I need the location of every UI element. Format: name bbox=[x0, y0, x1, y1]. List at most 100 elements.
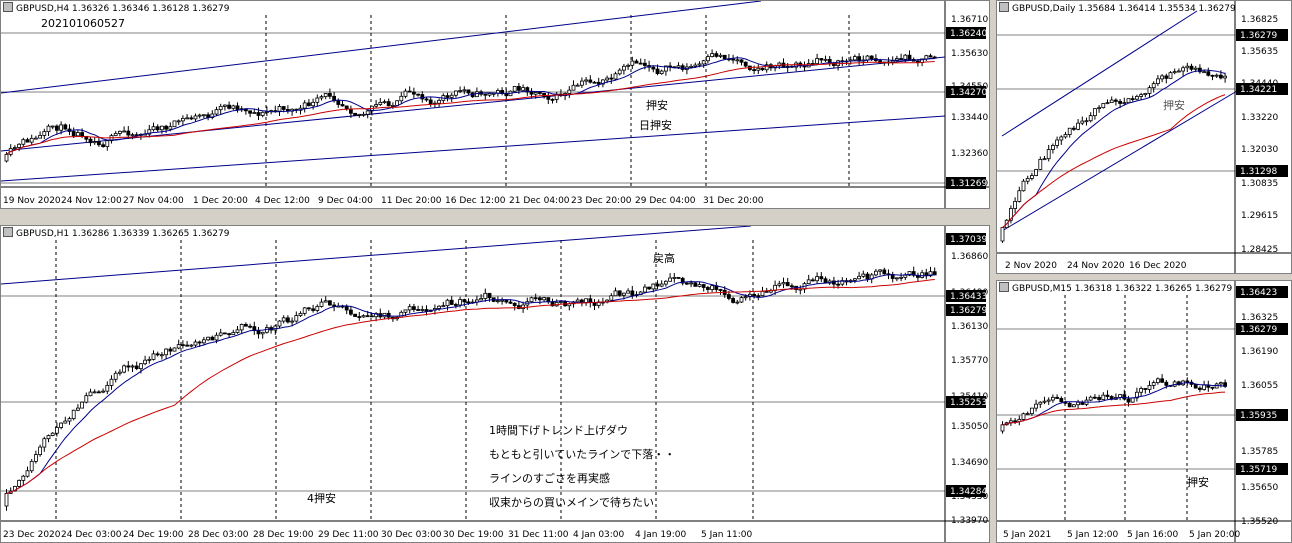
candle-body bbox=[453, 304, 458, 306]
candle-body bbox=[613, 73, 618, 80]
candle-body bbox=[168, 126, 173, 130]
candle-body bbox=[130, 365, 135, 368]
candle-body bbox=[676, 277, 681, 279]
time-axis-label: 24 Dec 03:00 bbox=[61, 530, 122, 540]
candle-body bbox=[1139, 388, 1144, 393]
candle-body bbox=[210, 336, 215, 341]
candle-body bbox=[1088, 396, 1093, 401]
candle-body bbox=[1105, 394, 1110, 397]
candle-body bbox=[1168, 72, 1173, 79]
time-axis-label: 27 Nov 04:00 bbox=[123, 196, 184, 206]
price-axis-label: 1.29615 bbox=[1241, 211, 1278, 221]
candle-body bbox=[122, 130, 126, 133]
candle-body bbox=[105, 140, 110, 147]
candle-body bbox=[63, 420, 68, 424]
h4-chart-pane[interactable]: GBPUSD,H4 1.36326 1.36346 1.36128 1.3627… bbox=[0, 0, 990, 209]
candle-body bbox=[1181, 67, 1186, 72]
time-axis-label: 4 Jan 19:00 bbox=[635, 530, 687, 540]
candle-body bbox=[206, 336, 211, 341]
candle-body bbox=[1151, 382, 1156, 386]
candle-body bbox=[302, 307, 307, 314]
candle-body bbox=[235, 329, 240, 333]
time-axis-label: 23 Dec 20:00 bbox=[571, 196, 632, 206]
candle-body bbox=[1076, 401, 1080, 406]
candle-body bbox=[500, 299, 505, 302]
candle-body bbox=[1021, 413, 1026, 420]
candle-body bbox=[109, 378, 114, 386]
time-axis-label: 4 Jan 03:00 bbox=[573, 530, 625, 540]
candle-body bbox=[260, 331, 265, 335]
candle-body bbox=[206, 114, 211, 118]
candle-body bbox=[1038, 401, 1043, 405]
candle-body bbox=[823, 58, 828, 61]
daily-chart-pane[interactable]: GBPUSD,Daily 1.35684 1.36414 1.35534 1.3… bbox=[996, 0, 1292, 274]
price-axis-label: 1.33440 bbox=[951, 113, 988, 123]
candle-body bbox=[281, 106, 286, 110]
candle-body bbox=[634, 60, 639, 64]
candle-body bbox=[88, 391, 93, 397]
candle-body bbox=[143, 359, 148, 365]
candle-body bbox=[760, 290, 765, 297]
candle-body bbox=[853, 56, 857, 61]
price-axis-label: 1.28425 bbox=[1241, 245, 1278, 255]
candle-body bbox=[655, 68, 660, 74]
candle-body bbox=[17, 143, 22, 148]
candle-body bbox=[227, 104, 232, 109]
h4-annotation-pullback: 押安 bbox=[646, 99, 668, 112]
candle-body bbox=[411, 306, 416, 310]
candle-body bbox=[138, 363, 143, 370]
candle-body bbox=[1084, 120, 1089, 123]
candle-body bbox=[521, 87, 525, 91]
candle-body bbox=[1101, 394, 1106, 400]
time-axis-label: 1 Dec 20:00 bbox=[193, 196, 248, 206]
candle-body bbox=[361, 315, 366, 318]
price-axis-label: 1.35520 bbox=[1241, 517, 1278, 527]
m15-chart-header: GBPUSD,M15 1.36318 1.36322 1.36265 1.362… bbox=[999, 282, 1232, 294]
candle-body bbox=[811, 279, 815, 282]
h4-date-note: 202101060527 bbox=[41, 17, 125, 30]
candle-body bbox=[1013, 420, 1018, 423]
candle-body bbox=[1109, 99, 1114, 104]
candle-body bbox=[1080, 120, 1085, 124]
candle-body bbox=[605, 77, 609, 81]
price-tag-label: 1.36279 bbox=[1240, 325, 1277, 335]
candle-body bbox=[529, 297, 534, 303]
candle-body bbox=[823, 278, 828, 284]
h1-chart-pane[interactable]: GBPUSD,H1 1.36286 1.36339 1.36265 1.3627… bbox=[0, 225, 990, 543]
candle-body bbox=[617, 290, 622, 296]
candle-body bbox=[327, 93, 332, 97]
candle-body bbox=[643, 62, 647, 66]
candle-body bbox=[1042, 400, 1047, 403]
candle-body bbox=[34, 137, 38, 140]
time-axis-label: 5 Jan 16:00 bbox=[1127, 530, 1179, 540]
price-axis-label: 1.35635 bbox=[1241, 47, 1278, 57]
slow-moving-average-line bbox=[6, 279, 935, 494]
candle-body bbox=[1197, 387, 1202, 390]
candle-body bbox=[1151, 83, 1156, 89]
candle-body bbox=[441, 305, 446, 308]
time-axis-label: 16 Dec 12:00 bbox=[445, 196, 506, 206]
candle-body bbox=[1097, 107, 1101, 110]
m15-chart-pane[interactable]: GBPUSD,M15 1.36318 1.36322 1.36265 1.362… bbox=[996, 280, 1292, 543]
candle-body bbox=[386, 312, 391, 318]
candle-body bbox=[260, 111, 265, 116]
candle-body bbox=[1051, 145, 1055, 150]
candle-body bbox=[25, 139, 30, 143]
candle-body bbox=[243, 324, 248, 327]
candle-body bbox=[172, 347, 177, 352]
candle-body bbox=[29, 460, 34, 472]
candle-body bbox=[664, 280, 668, 285]
candle-body bbox=[760, 67, 765, 71]
fast-moving-average-line bbox=[6, 273, 935, 494]
candle-body bbox=[1097, 397, 1101, 400]
candle-body bbox=[357, 113, 362, 116]
candle-body bbox=[344, 105, 349, 110]
candle-body bbox=[1139, 94, 1144, 97]
price-tag-label: 1.35935 bbox=[1240, 411, 1277, 421]
candle-body bbox=[311, 101, 316, 107]
candle-body bbox=[248, 325, 253, 328]
h1-comment-3: ラインのすごさを再実感 bbox=[489, 472, 610, 485]
candle-body bbox=[1013, 201, 1018, 209]
candle-body bbox=[1067, 127, 1072, 135]
candle-body bbox=[1051, 396, 1055, 401]
